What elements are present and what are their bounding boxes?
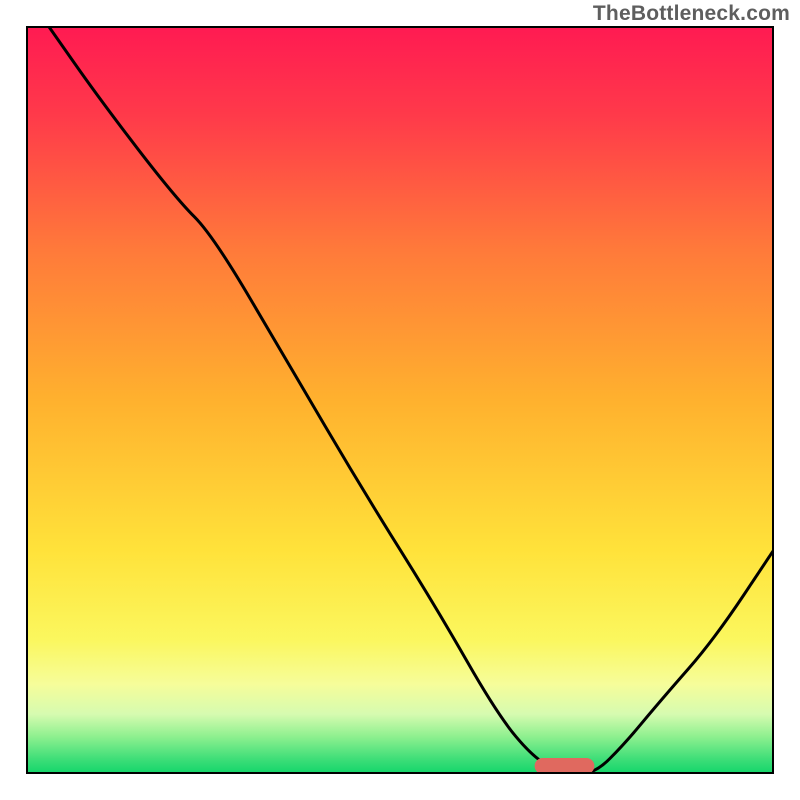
bottleneck-chart xyxy=(26,26,774,774)
chart-container: TheBottleneck.com xyxy=(0,0,800,800)
watermark-label: TheBottleneck.com xyxy=(593,2,790,26)
optimal-marker xyxy=(535,758,595,774)
plot-background xyxy=(26,26,774,774)
